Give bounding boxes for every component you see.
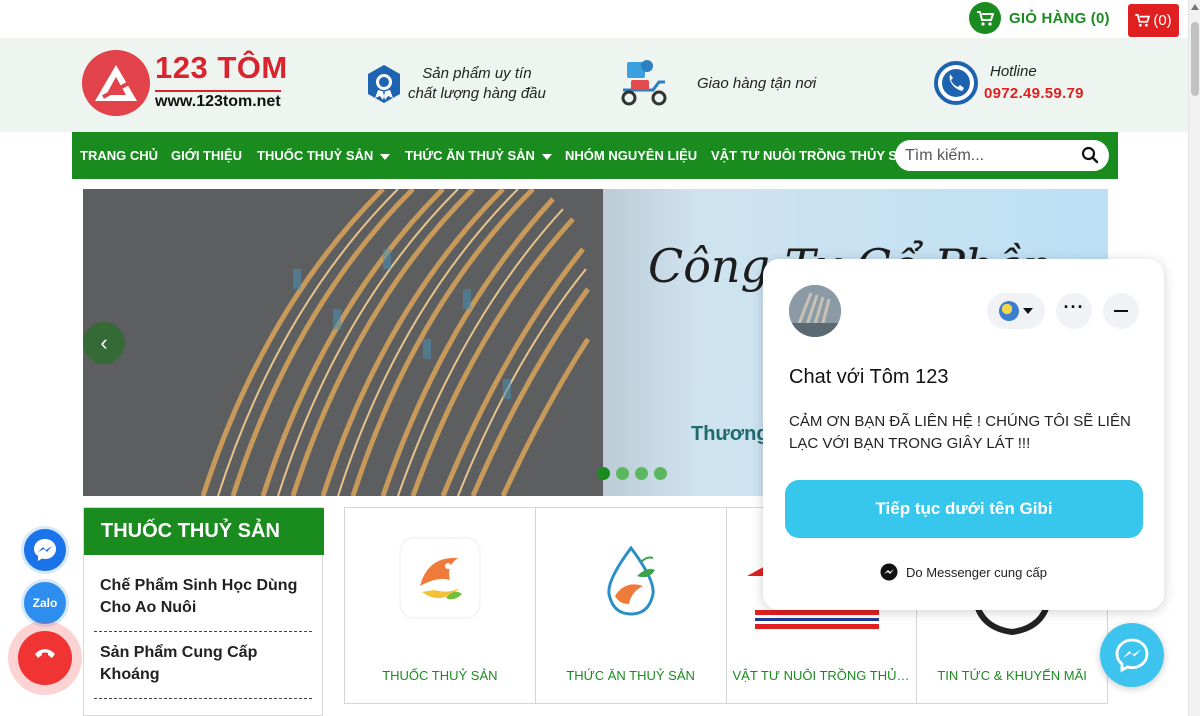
- category-sidebar: THUỐC THUỶ SẢN Chế Phẩm Sinh Học Dùng Ch…: [83, 507, 324, 716]
- nav-supplies[interactable]: VẬT TƯ NUÔI TRỒNG THỦY SẢN: [711, 132, 897, 179]
- messenger-chat-popup: ··· Chat với Tôm 123 CẢM ƠN BẠN ĐÃ LIÊN …: [763, 259, 1164, 610]
- language-selector[interactable]: [987, 293, 1045, 329]
- hotline-number[interactable]: 0972.49.59.79: [984, 85, 1084, 102]
- shrimp-logo-icon: [399, 537, 481, 619]
- feature-quality-line1: Sản phẩm uy tín: [422, 65, 532, 82]
- zalo-label: Zalo: [32, 596, 58, 610]
- more-options-button[interactable]: ···: [1056, 293, 1092, 329]
- nav-feed[interactable]: THỨC ĂN THUỶ SẢN: [405, 132, 552, 179]
- search-box: [895, 140, 1109, 171]
- slider-prev-button[interactable]: ‹: [83, 322, 125, 364]
- chat-footer-text: Do Messenger cung cấp: [906, 564, 1047, 580]
- divider: [94, 631, 312, 632]
- cart-link[interactable]: GIỎ HÀNG (0): [969, 2, 1110, 34]
- page-scrollbar[interactable]: [1188, 0, 1200, 716]
- continue-as-button[interactable]: Tiếp tục dưới tên Gibi: [785, 480, 1143, 538]
- water-drop-icon: [607, 546, 655, 616]
- messenger-icon: [1115, 638, 1149, 673]
- search-input[interactable]: [905, 144, 1075, 167]
- category-tile-medicine[interactable]: THUỐC THUỶ SẢN: [345, 508, 536, 703]
- cart-icon: [1135, 14, 1151, 27]
- minimize-icon: [1114, 310, 1128, 312]
- nav-medicine-label: THUỐC THUỶ SẢN: [257, 148, 374, 163]
- phone-icon: [35, 649, 55, 658]
- slider-dots: [597, 467, 667, 480]
- divider: [94, 698, 312, 699]
- brand-url: www.123tom.net: [155, 90, 281, 111]
- cart-count: (0): [1153, 12, 1172, 29]
- nav-medicine[interactable]: THUỐC THUỶ SẢN: [257, 132, 391, 179]
- call-float-button[interactable]: [18, 631, 72, 685]
- globe-icon: [999, 301, 1019, 321]
- hotline-title: Hotline: [990, 63, 1037, 80]
- feature-delivery-text: Giao hàng tận nơi: [697, 75, 817, 92]
- sidebar-title: THUỐC THUỶ SẢN: [84, 508, 324, 555]
- sidebar-item-probiotics[interactable]: Chế Phẩm Sinh Học Dùng Cho Ao Nuôi: [96, 575, 312, 619]
- chevron-down-icon: [380, 153, 391, 160]
- logo-icon[interactable]: [82, 50, 150, 116]
- building-image: [83, 189, 603, 496]
- phone-icon: [934, 61, 978, 105]
- category-label: VẬT TƯ NUÔI TRỒNG THỦY SẢN: [732, 668, 917, 683]
- scrollbar-thumb[interactable]: [1191, 22, 1199, 96]
- chat-message: CẢM ƠN BẠN ĐÃ LIÊN HỆ ! CHÚNG TÔI SẼ LIÊ…: [789, 413, 1131, 452]
- zalo-float-button[interactable]: Zalo: [21, 579, 69, 627]
- caret-down-icon: [1023, 308, 1033, 314]
- search-icon[interactable]: [1081, 146, 1099, 164]
- nav-about[interactable]: GIỚI THIỆU: [171, 132, 242, 179]
- site-header: 123 TÔM www.123tom.net Sản phẩm uy tín c…: [0, 38, 1188, 132]
- messenger-icon: [880, 563, 898, 581]
- category-tile-feed[interactable]: THỨC ĂN THUỶ SẢN: [536, 508, 727, 703]
- feature-delivery: Giao hàng tận nơi: [617, 58, 816, 110]
- messenger-chat-launcher[interactable]: [1100, 623, 1164, 687]
- messenger-float-button[interactable]: [21, 526, 69, 574]
- cart-icon: [969, 2, 1001, 34]
- chevron-down-icon: [541, 153, 552, 160]
- feature-quality: Sản phẩm uy tín chất lượng hàng đầu: [364, 64, 546, 104]
- slider-dot[interactable]: [654, 467, 667, 480]
- slider-dot[interactable]: [597, 467, 610, 480]
- top-bar: GIỎ HÀNG (0) (0): [0, 0, 1188, 38]
- nav-materials[interactable]: NHÓM NGUYÊN LIỆU: [565, 132, 697, 179]
- delivery-scooter-icon: [621, 60, 667, 106]
- brand-name[interactable]: 123 TÔM: [155, 50, 288, 86]
- feature-quality-line2: chất lượng hàng đầu: [408, 85, 546, 102]
- cart-label: GIỎ HÀNG (0): [1009, 9, 1110, 27]
- more-icon: ···: [1063, 296, 1085, 317]
- nav-feed-label: THỨC ĂN THUỶ SẢN: [405, 148, 535, 163]
- cart-button[interactable]: (0): [1128, 4, 1179, 37]
- scroll-up-arrow[interactable]: [1191, 4, 1199, 10]
- messenger-icon: [34, 539, 56, 561]
- banner-subtext: Thương: [691, 423, 769, 445]
- slider-dot[interactable]: [635, 467, 648, 480]
- minimize-button[interactable]: [1103, 293, 1139, 329]
- sidebar-item-minerals[interactable]: Sản Phẩm Cung Cấp Khoáng: [96, 642, 312, 686]
- avatar: [789, 285, 841, 337]
- chevron-left-icon: ‹: [100, 330, 108, 355]
- category-label: TIN TỨC & KHUYẾN MÃI: [937, 668, 1087, 683]
- chat-footer: Do Messenger cung cấp: [763, 563, 1164, 581]
- category-label: THUỐC THUỶ SẢN: [382, 668, 498, 683]
- quality-badge-icon: [368, 65, 400, 103]
- chat-title: Chat với Tôm 123: [789, 366, 949, 388]
- slider-dot[interactable]: [616, 467, 629, 480]
- category-label: THỨC ĂN THUỶ SẢN: [566, 668, 695, 683]
- nav-home[interactable]: TRANG CHỦ: [80, 132, 158, 179]
